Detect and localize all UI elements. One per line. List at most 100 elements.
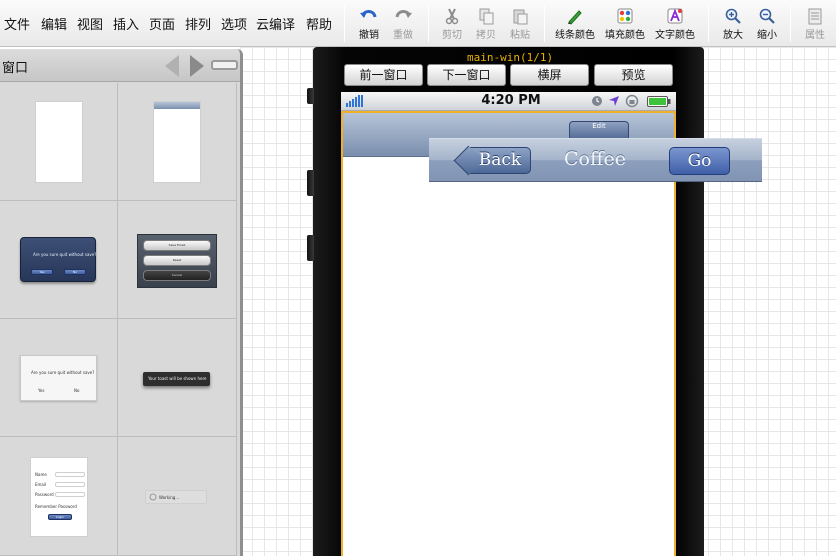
redo-label: 重做 (393, 30, 413, 41)
menu-cloud-compile[interactable]: 云编译 (256, 14, 295, 33)
zoom-out-icon (759, 8, 775, 24)
phone-volume-up (307, 170, 314, 196)
copy-icon (479, 8, 494, 25)
form-remember-label: Remember Password (35, 504, 77, 509)
minimize-icon[interactable] (211, 60, 238, 70)
form-login-button: Login (48, 514, 72, 520)
alert-dark-yes: Yes (31, 269, 53, 275)
thumb-toast[interactable]: Your toast will be shown here (118, 319, 237, 437)
phone-status-bar: 4:20 PM (341, 92, 676, 111)
window-panel: 窗口 Are you sure quit without save? Yes N… (0, 49, 243, 556)
thumb-alert-light[interactable]: Are you sure quit without save? Yes No (0, 319, 118, 437)
toolbar-separator (344, 6, 345, 42)
next-window-button[interactable]: 下一窗口 (427, 64, 506, 86)
mini-navbar (154, 102, 200, 109)
alert-light-preview: Are you sure quit without save? Yes No (20, 355, 97, 401)
thumb-blank-window[interactable] (0, 83, 118, 201)
paste-label: 粘贴 (510, 30, 530, 41)
form-name-label: Name (35, 472, 47, 477)
toolbar-separator (708, 6, 709, 42)
toolbar-separator (428, 6, 429, 42)
menu-help[interactable]: 帮助 (306, 14, 332, 33)
properties-button[interactable]: 属性 (793, 5, 836, 45)
form-email-label: Email (35, 482, 47, 487)
prev-window-button[interactable]: 前一窗口 (344, 64, 423, 86)
menu-page[interactable]: 页面 (149, 14, 175, 33)
back-label: Back (478, 150, 522, 170)
next-arrow-icon[interactable] (190, 55, 204, 77)
panel-header: 窗口 (0, 49, 240, 82)
alert-dark-preview: Are you sure quit without save? Yes No (20, 237, 96, 282)
undo-icon (360, 10, 377, 18)
sheet-button-1: Save Email (143, 240, 211, 251)
menu-view[interactable]: 视图 (77, 14, 103, 33)
navbar-window-preview (153, 101, 201, 183)
form-name-field (55, 472, 85, 477)
menu-file[interactable]: 文件 (4, 14, 30, 33)
thumb-progress[interactable]: Working... (118, 437, 237, 556)
toast-text: Your toast will be shown here (148, 376, 207, 381)
form-email-field (55, 482, 85, 487)
dragged-navigation-bar[interactable]: Back Coffee Go (429, 138, 762, 182)
toolbar-separator (544, 6, 545, 42)
paste-icon (513, 9, 528, 25)
preview-button[interactable]: 预览 (594, 64, 673, 86)
alert-dark-no: No (64, 269, 86, 275)
navbar-title: Coffee (564, 148, 626, 170)
fill-color-button[interactable]: 填充颜色 (603, 5, 647, 45)
zoom-out-button[interactable]: 缩小 (745, 5, 789, 45)
rotation-lock-icon (625, 94, 639, 108)
color-palette-icon (617, 8, 633, 24)
landscape-button[interactable]: 横屏 (510, 64, 589, 86)
text-color-label: 文字颜色 (655, 30, 695, 41)
text-color-button[interactable]: 文字颜色 (653, 5, 697, 45)
clock-icon (592, 96, 602, 106)
thumb-action-sheet[interactable]: Save Email Reset Cancel (118, 201, 237, 319)
spinner-icon (149, 493, 157, 501)
alert-light-yes: Yes (38, 388, 45, 393)
phone-volume-down (307, 235, 314, 261)
zoom-in-icon (725, 8, 741, 24)
sheet-button-2: Reset (143, 255, 211, 266)
line-color-label: 线条颜色 (555, 30, 595, 41)
menu-insert[interactable]: 插入 (113, 14, 139, 33)
paste-button[interactable]: 粘贴 (498, 5, 542, 45)
window-indicator: main-win(1/1) (467, 51, 554, 64)
panel-title: 窗口 (2, 61, 29, 76)
pencil-icon (568, 10, 582, 25)
blank-window-preview (35, 101, 83, 183)
alert-dark-message: Are you sure quit without save? (33, 252, 97, 257)
battery-icon (647, 96, 671, 107)
toast-preview: Your toast will be shown here (143, 372, 210, 386)
menu-options[interactable]: 选项 (221, 14, 247, 33)
progress-text: Working... (159, 495, 180, 500)
toolbar-separator (790, 6, 791, 42)
thumb-login-form[interactable]: Name Email Password Remember Password Lo… (0, 437, 118, 556)
thumb-alert-dark[interactable]: Are you sure quit without save? Yes No (0, 201, 118, 319)
fill-color-label: 填充颜色 (605, 30, 645, 41)
redo-button[interactable]: 重做 (381, 5, 425, 45)
form-password-label: Password (35, 492, 54, 497)
zoom-out-label: 缩小 (757, 30, 777, 41)
previous-arrow-icon[interactable] (165, 55, 179, 77)
text-color-icon (667, 8, 683, 24)
status-time: 4:20 PM (481, 93, 541, 108)
main-toolbar: 文件 编辑 视图 插入 页面 排列 选项 云编译 帮助 撤销 重做 剪切 拷贝 … (0, 0, 836, 47)
line-color-button[interactable]: 线条颜色 (553, 5, 597, 45)
back-button[interactable]: Back (453, 145, 531, 176)
go-button[interactable]: Go (669, 147, 730, 175)
alert-light-no: No (74, 388, 80, 393)
redo-icon (395, 10, 412, 18)
action-sheet-preview: Save Email Reset Cancel (137, 234, 217, 288)
progress-preview: Working... (145, 490, 207, 504)
menu-arrange[interactable]: 排列 (185, 14, 211, 33)
sheet-button-3: Cancel (143, 270, 211, 281)
form-password-field (55, 492, 85, 497)
alert-light-message: Are you sure quit without save? (31, 370, 95, 375)
properties-icon (808, 8, 822, 25)
login-form-preview: Name Email Password Remember Password Lo… (30, 457, 88, 537)
menu-edit[interactable]: 编辑 (41, 14, 67, 33)
properties-label: 属性 (805, 30, 825, 41)
phone-mute-switch (307, 88, 314, 104)
thumb-navbar-window[interactable] (118, 83, 237, 201)
